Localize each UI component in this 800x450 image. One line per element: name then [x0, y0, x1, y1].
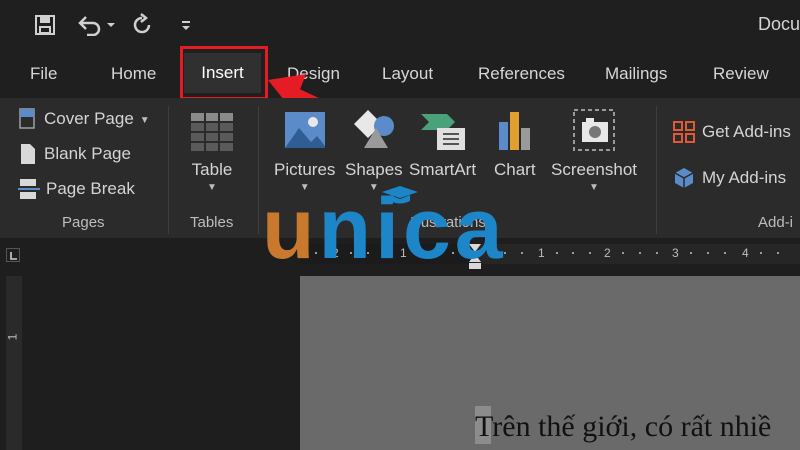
undo-icon[interactable] — [76, 10, 104, 40]
ruler-label: 1 — [5, 333, 20, 341]
shapes-icon — [353, 110, 394, 148]
ruler-label: 4 — [742, 246, 749, 260]
tab-file[interactable]: File — [30, 64, 57, 84]
my-addins-icon — [674, 168, 694, 188]
tab-layout[interactable]: Layout — [382, 64, 433, 84]
blank-page-icon — [21, 144, 35, 164]
tab-home[interactable]: Home — [111, 64, 156, 84]
table-icon — [191, 113, 233, 151]
my-addins-label: My Add-ins — [702, 168, 787, 187]
smartart-label: SmartArt — [409, 160, 477, 179]
smartart-button[interactable]: SmartArt — [409, 104, 476, 180]
chevron-down-icon: ▼ — [207, 182, 217, 193]
ribbon-tabs: File Home Insert Design Layout Reference… — [0, 50, 800, 98]
tab-mailings[interactable]: Mailings — [605, 64, 667, 84]
tables-group-label: Tables — [190, 214, 234, 231]
get-addins-label: Get Add-ins — [702, 122, 791, 141]
title-bar: Docu — [0, 0, 800, 50]
get-addins-button[interactable]: Get Add-ins — [672, 120, 791, 144]
ruler-label: 2 — [604, 246, 611, 260]
ruler-text-area — [476, 244, 800, 264]
graduation-cap-icon — [382, 186, 418, 204]
chart-icon — [498, 112, 530, 150]
group-divider — [168, 106, 169, 234]
chart-label: Chart — [494, 160, 536, 179]
tab-review[interactable]: Review — [713, 64, 769, 84]
ruler-label: 1 — [538, 246, 545, 260]
screenshot-label: Screenshot — [551, 160, 637, 179]
chevron-down-icon: ▼ — [589, 182, 599, 193]
ruler-label: 3 — [672, 246, 679, 260]
save-icon[interactable] — [32, 10, 58, 40]
addins-group-label: Add-i — [758, 214, 794, 231]
pages-group-label: Pages — [62, 214, 105, 231]
chart-button[interactable]: Chart — [494, 104, 536, 180]
blank-page-button[interactable]: Blank Page — [18, 143, 131, 165]
smartart-icon — [420, 114, 465, 150]
table-button[interactable]: Table ▼ — [190, 104, 234, 193]
insert-highlight-box — [180, 46, 268, 100]
group-divider — [656, 106, 657, 234]
page-break-label: Page Break — [46, 179, 135, 198]
get-addins-icon — [673, 121, 695, 143]
shapes-label: Shapes — [345, 160, 403, 179]
tab-references[interactable]: References — [478, 64, 565, 84]
page-break-button[interactable]: Page Break — [18, 178, 135, 200]
blank-page-label: Blank Page — [44, 144, 131, 163]
vertical-ruler[interactable] — [6, 276, 22, 450]
screenshot-button[interactable]: Screenshot ▼ — [551, 104, 637, 193]
window-title: Docu — [757, 14, 800, 34]
pictures-label: Pictures — [274, 160, 336, 179]
cover-page-button[interactable]: Cover Page ▼ — [18, 108, 150, 130]
screenshot-icon — [573, 109, 615, 151]
document-text[interactable]: Trên thế giới, có rất nhiề — [475, 410, 771, 444]
tab-selector[interactable] — [6, 248, 20, 262]
my-addins-button[interactable]: My Add-ins — [672, 166, 786, 190]
customize-qat-icon[interactable] — [178, 10, 194, 40]
group-divider — [258, 106, 259, 234]
cover-page-label: Cover Page — [44, 109, 134, 128]
chevron-down-icon: ▼ — [139, 114, 150, 126]
pictures-button[interactable]: Pictures ▼ — [274, 104, 335, 193]
cover-page-icon — [19, 108, 35, 129]
pictures-icon — [284, 112, 325, 148]
shapes-button[interactable]: Shapes ▼ — [345, 104, 403, 193]
redo-icon[interactable] — [128, 10, 156, 40]
table-label: Table — [191, 160, 233, 179]
undo-dropdown-icon[interactable] — [104, 10, 118, 40]
page-break-icon — [18, 179, 40, 199]
